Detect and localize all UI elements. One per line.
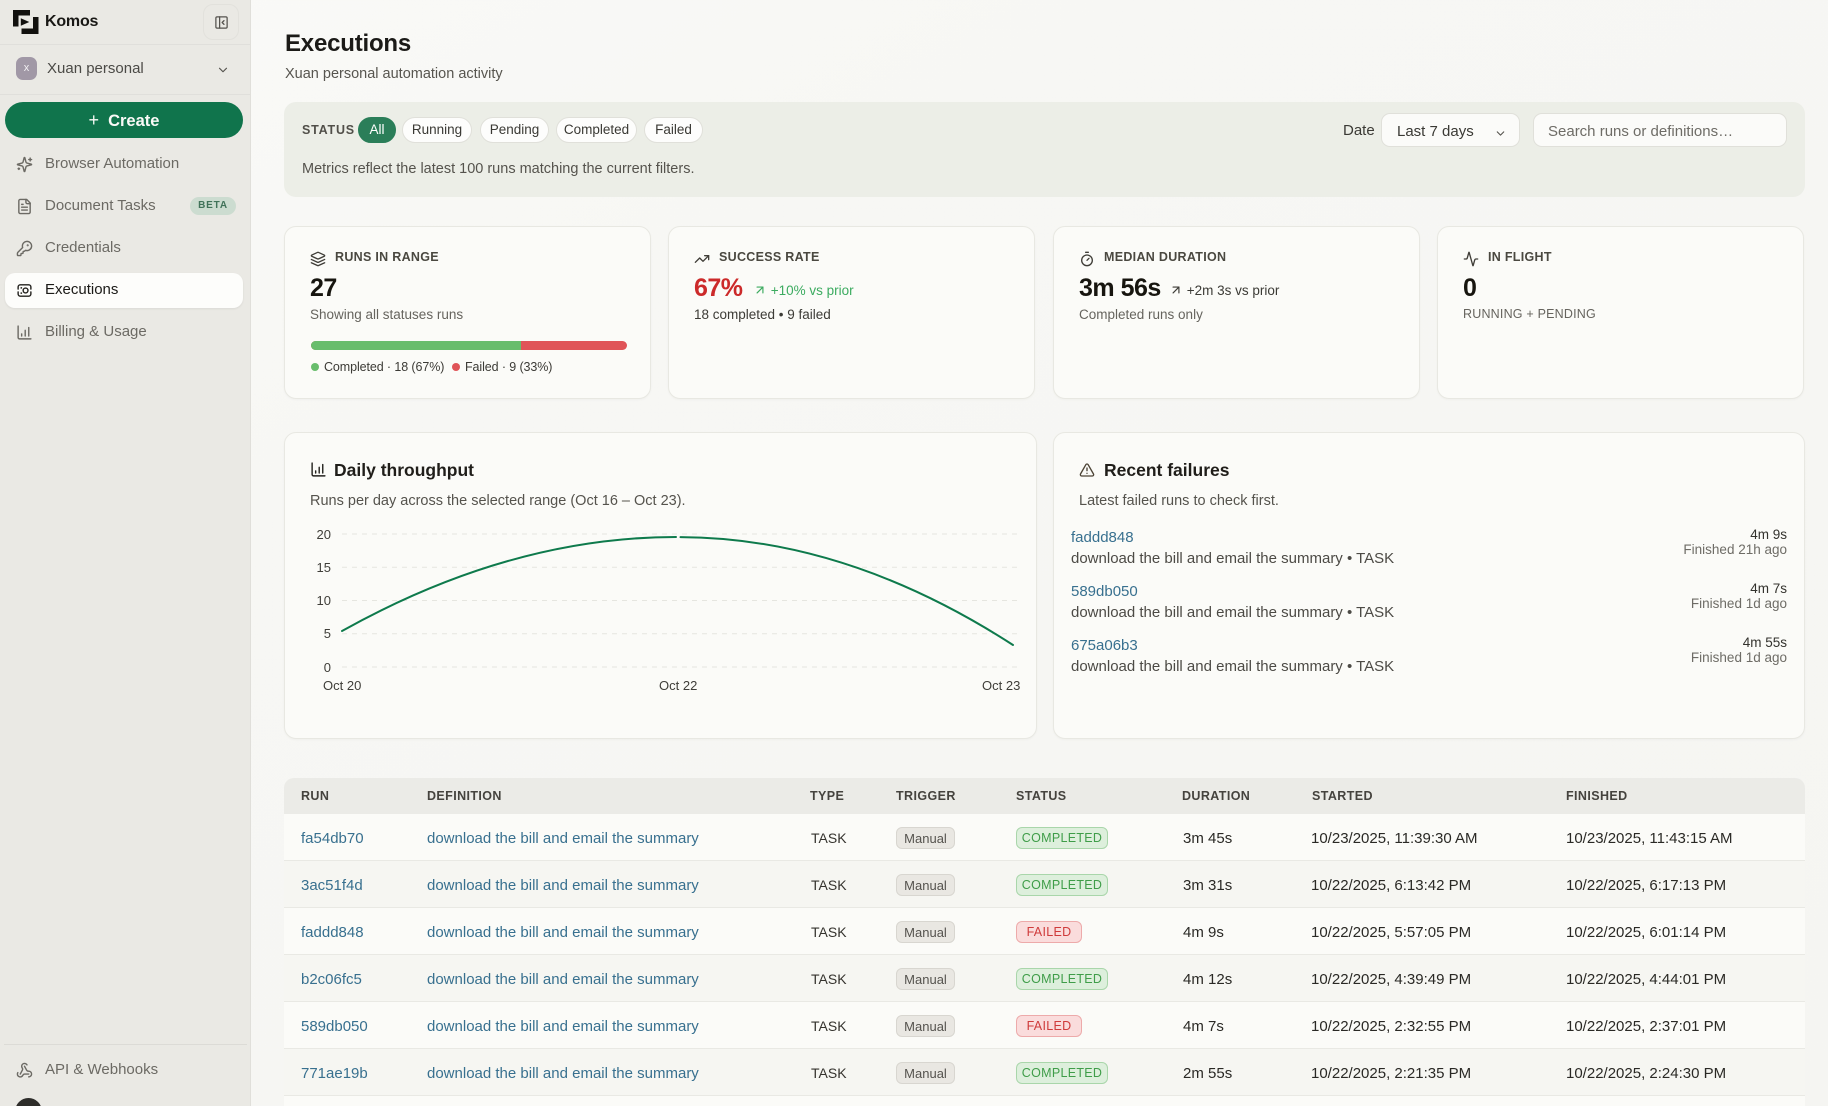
svg-text:0: 0 (324, 660, 331, 675)
svg-text:Oct 20: Oct 20 (323, 678, 361, 693)
svg-text:Oct 22: Oct 22 (659, 678, 697, 693)
svg-text:20: 20 (317, 527, 331, 542)
svg-text:5: 5 (324, 626, 331, 641)
svg-text:10: 10 (317, 593, 331, 608)
svg-text:Oct 23: Oct 23 (982, 678, 1020, 693)
svg-text:15: 15 (317, 560, 331, 575)
